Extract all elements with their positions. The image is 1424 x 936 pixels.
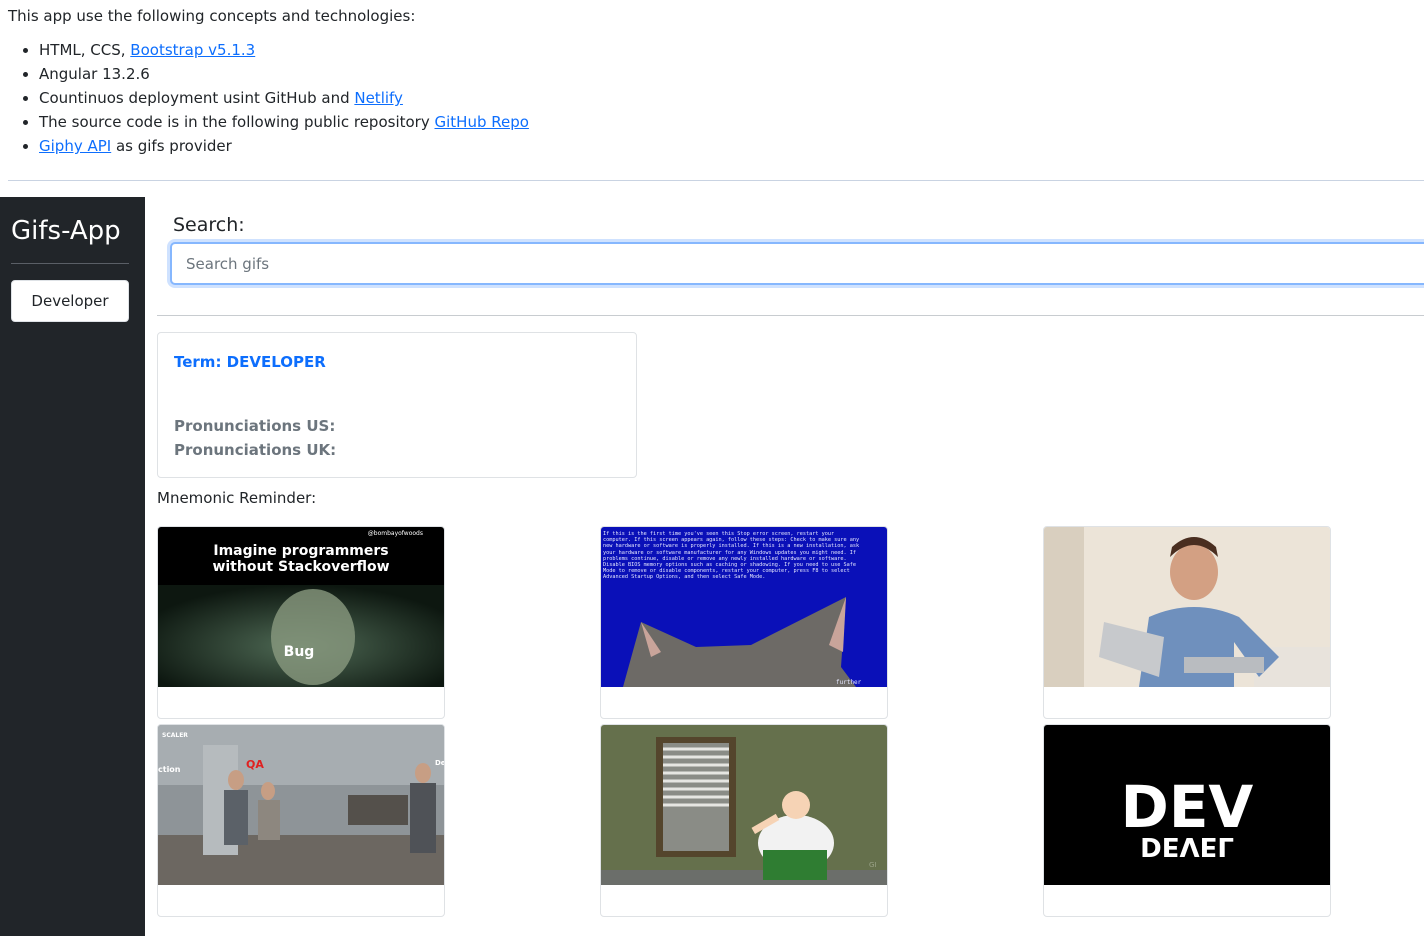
gif-word-dev: DEV — [1121, 773, 1254, 841]
giphy-api-link[interactable]: Giphy API — [39, 137, 111, 155]
gif-watermark: GI — [869, 861, 877, 869]
pronunciation-uk: Pronunciations UK: — [174, 441, 337, 459]
main-divider — [157, 315, 1424, 316]
mnemonic-label: Mnemonic Reminder: — [157, 489, 317, 507]
bsod-tail: further — [836, 679, 862, 686]
gif-watermark: SCALER — [162, 732, 188, 739]
tech-item-github: The source code is in the following publ… — [39, 110, 1424, 134]
gif-image-peter-blinds: GI — [601, 725, 887, 885]
gif-image-dev-text: DEV DEVEL — [1044, 725, 1330, 885]
tech-item-text: HTML, CCS, — [39, 41, 131, 59]
search-label: Search: — [173, 214, 245, 236]
tech-item-giphy: Giphy API as gifs provider — [39, 134, 1424, 158]
sidebar-divider — [11, 263, 129, 264]
bsod-text: If this is the first time you've seen th… — [603, 531, 860, 581]
term-card: Term: DEVELOPER Pronunciations US: Pronu… — [157, 332, 637, 478]
gif-label-left: ction — [158, 765, 181, 774]
tech-item-netlify: Countinuos deployment usint GitHub and N… — [39, 86, 1424, 110]
tech-list: HTML, CCS, Bootstrap v5.1.3 Angular 13.2… — [8, 38, 1424, 158]
gif-image-stackoverflow: @bombayofwoods Imagine programmers witho… — [158, 527, 444, 687]
gif-word-devel: DEVEL — [1140, 831, 1234, 861]
gif-card[interactable]: If this is the first time you've seen th… — [600, 526, 888, 719]
gif-card[interactable]: GI — [600, 724, 888, 917]
gif-card[interactable]: DEV DEVEL — [1043, 724, 1331, 917]
tech-item-text: as gifs provider — [111, 137, 232, 155]
tech-item-angular: Angular 13.2.6 — [39, 62, 1424, 86]
pronunciation-us: Pronunciations US: — [174, 417, 336, 435]
tech-item-text: Angular 13.2.6 — [39, 65, 150, 83]
gif-card[interactable]: SCALER QA ction De — [157, 724, 445, 917]
github-repo-link[interactable]: GitHub Repo — [435, 113, 529, 131]
brand-title: Gifs-App — [11, 216, 121, 246]
divider — [8, 180, 1424, 181]
tech-item-text: The source code is in the following publ… — [39, 113, 435, 131]
gif-label-right: De — [435, 759, 444, 767]
gif-card[interactable] — [1043, 526, 1331, 719]
gif-caption-line1: Imagine programmers — [213, 543, 388, 559]
gif-label-qa: QA — [246, 758, 264, 771]
intro-section: This app use the following concepts and … — [8, 6, 1424, 158]
gif-subtitle: Bug — [284, 644, 315, 660]
gif-caption-line2: without Stackoverflow — [212, 559, 389, 575]
gif-card[interactable]: @bombayofwoods Imagine programmers witho… — [157, 526, 445, 719]
history-item-developer[interactable]: Developer — [11, 280, 129, 322]
gif-watermark: @bombayofwoods — [368, 530, 423, 537]
tech-item-text: Countinuos deployment usint GitHub and — [39, 89, 355, 107]
search-input[interactable] — [170, 242, 1424, 285]
intro-text: This app use the following concepts and … — [8, 7, 416, 25]
bootstrap-link[interactable]: Bootstrap v5.1.3 — [130, 41, 255, 59]
gif-image-bluescreen: If this is the first time you've seen th… — [601, 527, 887, 687]
gif-image-qa: SCALER QA ction De — [158, 725, 444, 885]
netlify-link[interactable]: Netlify — [354, 89, 403, 107]
term-title: Term: DEVELOPER — [174, 353, 326, 371]
tech-item-bootstrap: HTML, CCS, Bootstrap v5.1.3 — [39, 38, 1424, 62]
gif-image-excited-developer — [1044, 527, 1330, 687]
